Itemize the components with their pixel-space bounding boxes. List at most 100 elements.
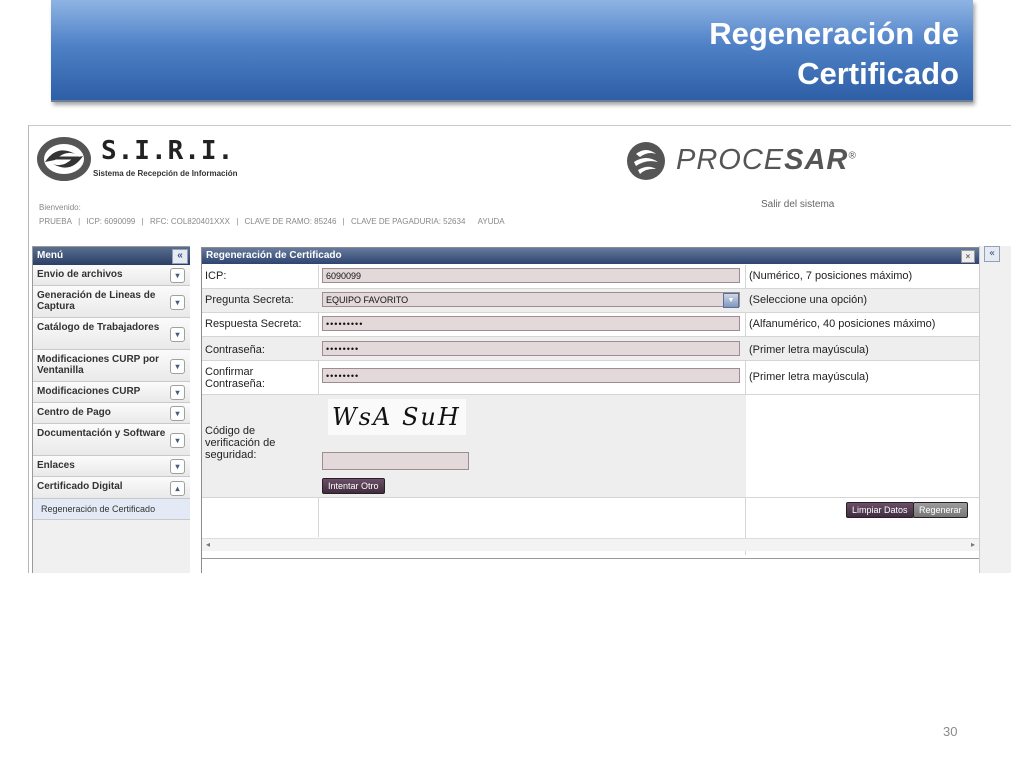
pagaduria-info: CLAVE DE PAGADURIA: 52634 — [350, 217, 466, 226]
sidebar-item-lineas-captura[interactable]: Generación de Lineas de Captura ▾ — [33, 286, 190, 318]
expand-icon[interactable]: ▾ — [170, 268, 185, 283]
sidebar-header: Menú « — [33, 247, 190, 265]
collapse-icon[interactable]: ▴ — [170, 480, 185, 496]
horizontal-scrollbar[interactable]: ◂ ▸ — [202, 538, 979, 551]
sidebar-item-label: Modificaciones CURP por Ventanilla — [37, 354, 160, 376]
sidebar-subitem-regeneracion-certificado[interactable]: Regeneración de Certificado — [33, 499, 190, 520]
procesar-wordmark-suffix: SAR — [784, 144, 849, 176]
user-name: PRUEBA — [39, 217, 72, 226]
expand-icon[interactable]: ▾ — [170, 406, 185, 421]
sidebar-item-label: Centro de Pago — [37, 407, 111, 418]
siri-logo-text: S.I.R.I. — [101, 136, 235, 166]
scroll-left-icon[interactable]: ◂ — [206, 539, 210, 551]
slide-title: Regeneración de Certificado — [659, 14, 959, 94]
form-row-answer: Respuesta Secreta: ••••••••• (Alfanuméri… — [202, 313, 979, 337]
scroll-right-icon[interactable]: ▸ — [971, 539, 975, 551]
slide-page-number: 30 — [943, 724, 958, 739]
icp-hint: (Numérico, 7 posiciones máximo) — [749, 270, 913, 282]
siri-swirl-icon — [37, 137, 91, 181]
expand-icon[interactable]: ▾ — [170, 385, 185, 400]
icp-label: ICP: — [205, 270, 227, 282]
regenerate-button[interactable]: Regenerar — [913, 502, 968, 518]
user-info-bar: PRUEBA | ICP: 6090099 | RFC: COL820401XX… — [39, 217, 509, 226]
password-label: Contraseña: — [205, 344, 265, 356]
sidebar-item-documentacion-software[interactable]: Documentación y Software ▾ — [33, 424, 190, 456]
panel-close-button[interactable]: × — [961, 250, 975, 263]
sidebar-item-label: Documentación y Software — [37, 428, 166, 439]
form-row-confirm: Confirmar Contraseña: •••••••• (Primer l… — [202, 361, 979, 395]
password-field[interactable]: •••••••• — [322, 341, 740, 356]
captcha-image: WsA SuH — [328, 399, 466, 435]
captcha-image-text: WsA SuH — [332, 403, 461, 431]
sidebar-item-label: Enlaces — [37, 460, 75, 471]
captcha-hint-cell — [746, 395, 979, 497]
sidebar-item-modificaciones-curp[interactable]: Modificaciones CURP ▾ — [33, 382, 190, 403]
expand-icon[interactable]: ▾ — [170, 326, 185, 342]
right-collapsed-region — [979, 246, 1011, 573]
sidebar-item-label: Generación de Lineas de Captura — [37, 290, 156, 312]
form-row-question: Pregunta Secreta: EQUIPO FAVORITO ▼ (Sel… — [202, 289, 979, 313]
sidebar-item-label: Certificado Digital — [37, 481, 123, 492]
form-row-password: Contraseña: •••••••• (Primer letra mayús… — [202, 337, 979, 361]
procesar-wordmark-prefix: PROCE — [676, 144, 785, 176]
info-separator: | — [236, 217, 239, 226]
sidebar-item-envio-archivos[interactable]: Envio de archivos ▾ — [33, 265, 190, 286]
siri-logo: S.I.R.I. Sistema de Recepción de Informa… — [35, 132, 275, 188]
slide-title-line2: Certificado — [797, 56, 959, 91]
form-row-actions: Limpiar Datos Regenerar — [202, 498, 979, 520]
question-selected-value: EQUIPO FAVORITO — [326, 295, 409, 305]
clear-data-button[interactable]: Limpiar Datos — [846, 502, 914, 518]
form-row-icp: ICP: 6090099 (Numérico, 7 posiciones máx… — [202, 265, 979, 289]
info-separator: | — [78, 217, 81, 226]
sidebar-title: Menú — [37, 250, 64, 261]
info-separator: | — [342, 217, 345, 226]
expand-icon[interactable]: ▾ — [170, 459, 185, 474]
expand-icon[interactable]: ▾ — [170, 358, 185, 374]
answer-hint: (Alfanumérico, 40 posiciones máximo) — [749, 318, 936, 330]
app-screenshot: S.I.R.I. Sistema de Recepción de Informa… — [28, 125, 1011, 573]
chevron-down-icon[interactable]: ▼ — [723, 293, 739, 308]
logout-link[interactable]: Salir del sistema — [761, 199, 834, 210]
sidebar-item-centro-pago[interactable]: Centro de Pago ▾ — [33, 403, 190, 424]
form-grid: ICP: 6090099 (Numérico, 7 posiciones máx… — [202, 265, 979, 520]
question-select[interactable]: EQUIPO FAVORITO ▼ — [322, 292, 740, 308]
expand-icon[interactable]: ▾ — [170, 432, 185, 448]
right-panel-expand-button[interactable]: « — [984, 246, 1000, 262]
slide-title-line1: Regeneración de — [709, 16, 959, 51]
siri-logo-subtitle: Sistema de Recepción de Información — [93, 169, 238, 178]
captcha-input[interactable] — [322, 452, 469, 470]
captcha-label: Código de verificación de seguridad: — [205, 425, 276, 461]
sidebar-item-catalogo-trabajadores[interactable]: Catálogo de Trabajadores ▾ — [33, 318, 190, 350]
panel-divider — [202, 558, 979, 559]
retry-captcha-button[interactable]: Intentar Otro — [322, 478, 385, 494]
ramo-info: CLAVE DE RAMO: 85246 — [244, 217, 337, 226]
sidebar-collapse-button[interactable]: « — [172, 249, 188, 264]
slide-title-banner: Regeneración de Certificado — [51, 0, 973, 102]
expand-icon[interactable]: ▾ — [170, 294, 185, 310]
answer-field[interactable]: ••••••••• — [322, 316, 740, 331]
sidebar-item-certificado-digital[interactable]: Certificado Digital ▴ — [33, 477, 190, 499]
question-label: Pregunta Secreta: — [205, 294, 294, 306]
sidebar-item-label: Modificaciones CURP — [37, 386, 141, 397]
help-link[interactable]: AYUDA — [478, 217, 505, 226]
regeneracion-panel: Regeneración de Certificado × ICP: 60900… — [201, 247, 980, 573]
icp-field[interactable]: 6090099 — [322, 268, 740, 283]
answer-label: Respuesta Secreta: — [205, 318, 302, 330]
question-hint: (Seleccione una opción) — [749, 294, 868, 306]
sidebar-item-enlaces[interactable]: Enlaces ▾ — [33, 456, 190, 477]
sidebar-item-label: Envio de archivos — [37, 269, 123, 280]
welcome-label: Bienvenido: — [39, 203, 81, 212]
sidebar-splitter[interactable] — [190, 246, 198, 573]
panel-title: Regeneración de Certificado — [206, 250, 342, 261]
icp-info: ICP: 6090099 — [86, 217, 136, 226]
procesar-wordmark: PROCESAR® — [676, 144, 857, 177]
form-row-captcha: Código de verificación de seguridad: WsA… — [202, 395, 979, 498]
procesar-registered-mark: ® — [848, 150, 857, 162]
password-hint: (Primer letra mayúscula) — [749, 344, 869, 356]
info-separator: | — [141, 217, 144, 226]
sidebar-menu: Menú « Envio de archivos ▾ Generación de… — [32, 246, 191, 573]
rfc-info: RFC: COL820401XXX — [149, 217, 230, 226]
confirm-field[interactable]: •••••••• — [322, 368, 740, 383]
confirm-label: Confirmar Contraseña: — [205, 366, 265, 390]
sidebar-item-modificaciones-curp-ventanilla[interactable]: Modificaciones CURP por Ventanilla ▾ — [33, 350, 190, 382]
